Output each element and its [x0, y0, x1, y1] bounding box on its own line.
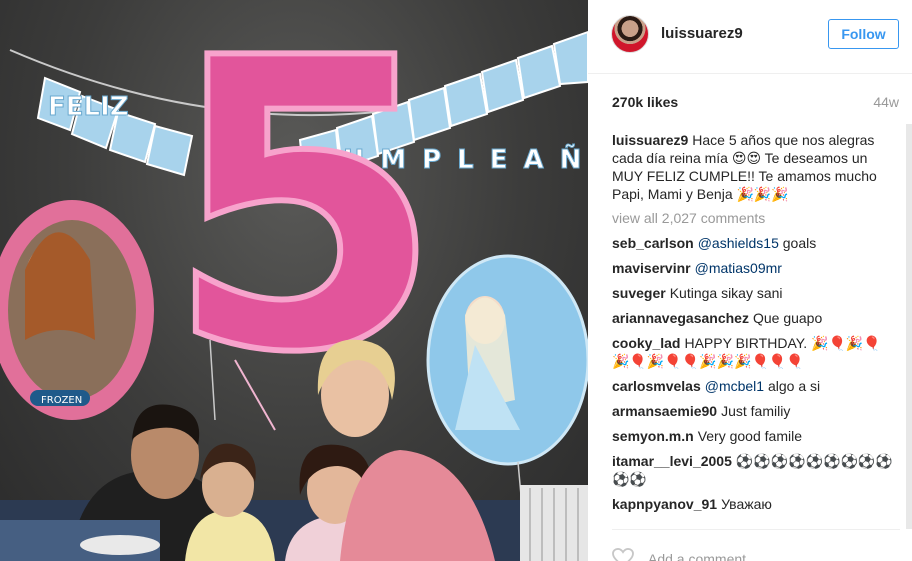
heart-icon[interactable]: [612, 548, 634, 561]
comment-username[interactable]: itamar__levi_2005: [612, 453, 732, 469]
view-all-comments-link[interactable]: view all 2,027 comments: [612, 209, 898, 227]
caption: luissuarez9 Hace 5 años que nos alegras c…: [612, 131, 898, 203]
comment-item: seb_carlson @ashields15 goals: [612, 234, 898, 252]
photo-illustration: FELIZ CUMPLEAÑ 5 FROZEN: [0, 0, 588, 561]
comment-text: algo a si: [767, 378, 821, 394]
likes-count[interactable]: 270k likes: [612, 94, 678, 110]
post-header: luissuarez9 Follow: [588, 0, 912, 74]
comment-item: semyon.m.n Very good famile: [612, 427, 898, 445]
banner-left-text: FELIZ: [48, 92, 129, 122]
comment-username[interactable]: seb_carlson: [612, 235, 694, 251]
comment-username[interactable]: carlosmvelas: [612, 378, 701, 394]
post-side-panel: luissuarez9 Follow 270k likes 44w luissu…: [588, 0, 912, 561]
comments-list: luissuarez9 Hace 5 años que nos alegras c…: [612, 131, 898, 528]
comment-item: cooky_lad HAPPY BIRTHDAY. 🎉🎈🎉🎈🎉🎈🎉🎈🎈🎉🎉🎉🎈🎈🎈: [612, 334, 898, 370]
comment-mention[interactable]: @mcbel1: [705, 378, 764, 394]
comment-username[interactable]: cooky_lad: [612, 335, 680, 351]
caption-username[interactable]: luissuarez9: [612, 132, 688, 148]
author-username[interactable]: luissuarez9: [661, 25, 743, 42]
comment-item: suveger Kutinga sikay sani: [612, 284, 898, 302]
comment-item: ariannavegasanchez Que guapo: [612, 309, 898, 327]
comment-username[interactable]: ariannavegasanchez: [612, 310, 749, 326]
number-five-balloon: 5: [165, 0, 443, 440]
comment-username[interactable]: armansaemie90: [612, 403, 717, 419]
divider: [612, 529, 900, 530]
comment-item: itamar__levi_2005 ⚽⚽⚽⚽⚽⚽⚽⚽⚽⚽⚽: [612, 452, 898, 488]
comment-text: Kutinga sikay sani: [669, 285, 783, 301]
avatar[interactable]: [611, 15, 649, 53]
add-comment-input[interactable]: Add a comment...: [648, 551, 758, 561]
comment-text: goals: [782, 235, 817, 251]
comment-text: Que guapo: [752, 310, 823, 326]
comment-item: maviservinr @matias09mr: [612, 259, 898, 277]
comment-username[interactable]: maviservinr: [612, 260, 691, 276]
comment-username[interactable]: kapnpyanov_91: [612, 496, 717, 512]
comment-item: armansaemie90 Just familiy: [612, 402, 898, 420]
follow-button[interactable]: Follow: [828, 19, 899, 49]
comment-item: carlosmvelas @mcbel1 algo a si: [612, 377, 898, 395]
comment-text: Уважаю: [721, 496, 772, 512]
comment-mention[interactable]: @ashields15: [698, 235, 779, 251]
comment-username[interactable]: suveger: [612, 285, 666, 301]
comment-text: Very good famile: [697, 428, 802, 444]
comment-username[interactable]: semyon.m.n: [612, 428, 694, 444]
post-time-ago[interactable]: 44w: [873, 94, 899, 110]
comment-item: kapnpyanov_91 Уважаю: [612, 495, 898, 513]
frozen-badge: FROZEN: [41, 395, 82, 406]
comments-scrollbar[interactable]: [906, 124, 912, 529]
post-photo[interactable]: FELIZ CUMPLEAÑ 5 FROZEN: [0, 0, 588, 561]
comment-mention[interactable]: @matias09mr: [695, 260, 782, 276]
comment-text: Just familiy: [721, 403, 791, 419]
